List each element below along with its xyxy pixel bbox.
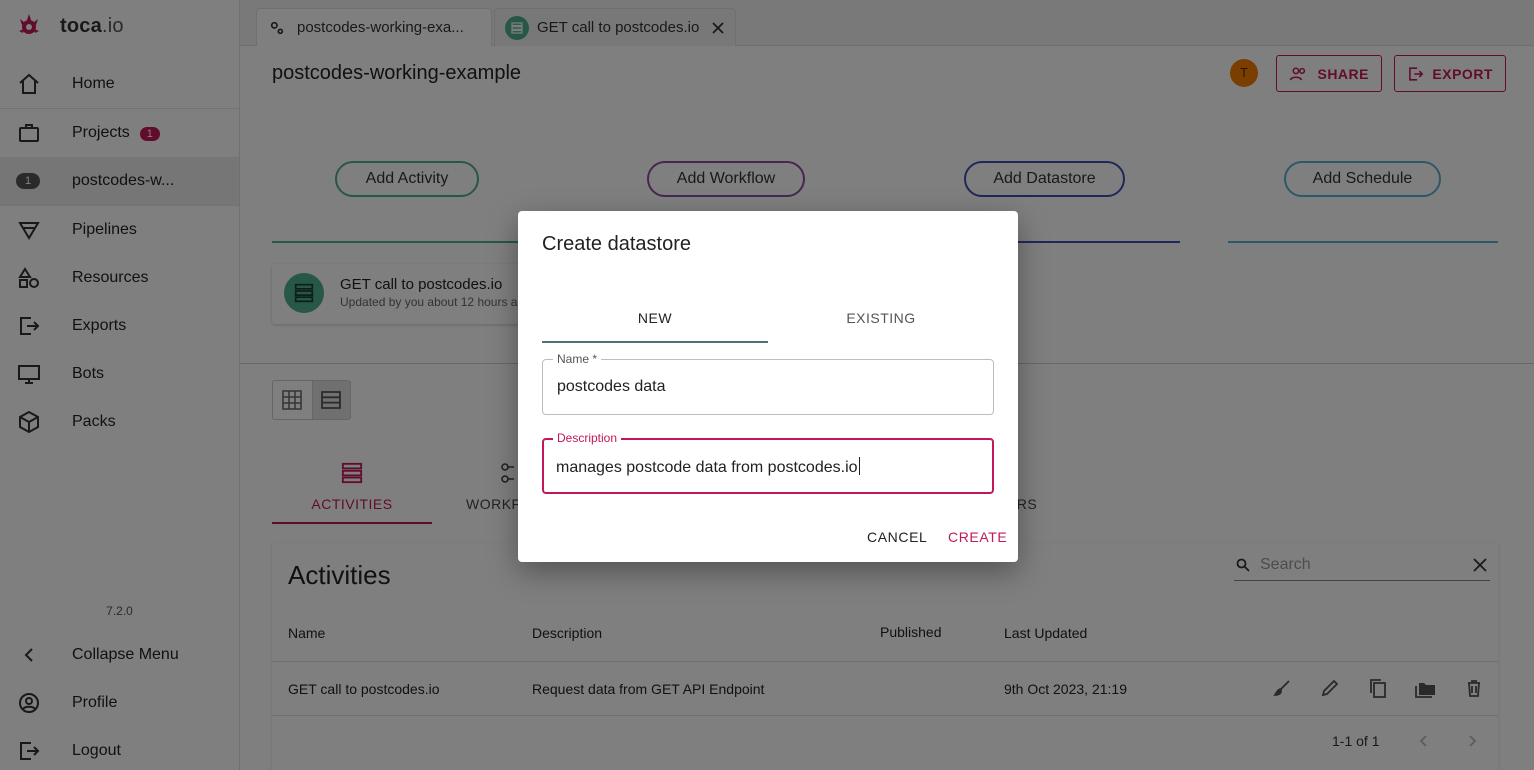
create-button[interactable]: CREATE <box>948 529 1007 545</box>
description-field-value: manages postcode data from postcodes.io <box>556 457 860 476</box>
description-field[interactable]: Description manages postcode data from p… <box>542 431 994 494</box>
tab-existing[interactable]: EXISTING <box>768 303 994 343</box>
name-field-label: Name * <box>553 352 602 366</box>
create-datastore-dialog: Create datastore NEW EXISTING Name * pos… <box>518 211 1018 562</box>
name-field[interactable]: Name * postcodes data <box>542 352 994 415</box>
cancel-button[interactable]: CANCEL <box>867 529 927 545</box>
dialog-title: Create datastore <box>542 233 691 255</box>
tab-new[interactable]: NEW <box>542 303 768 343</box>
description-field-label: Description <box>553 431 622 445</box>
name-field-value: postcodes data <box>557 378 666 395</box>
